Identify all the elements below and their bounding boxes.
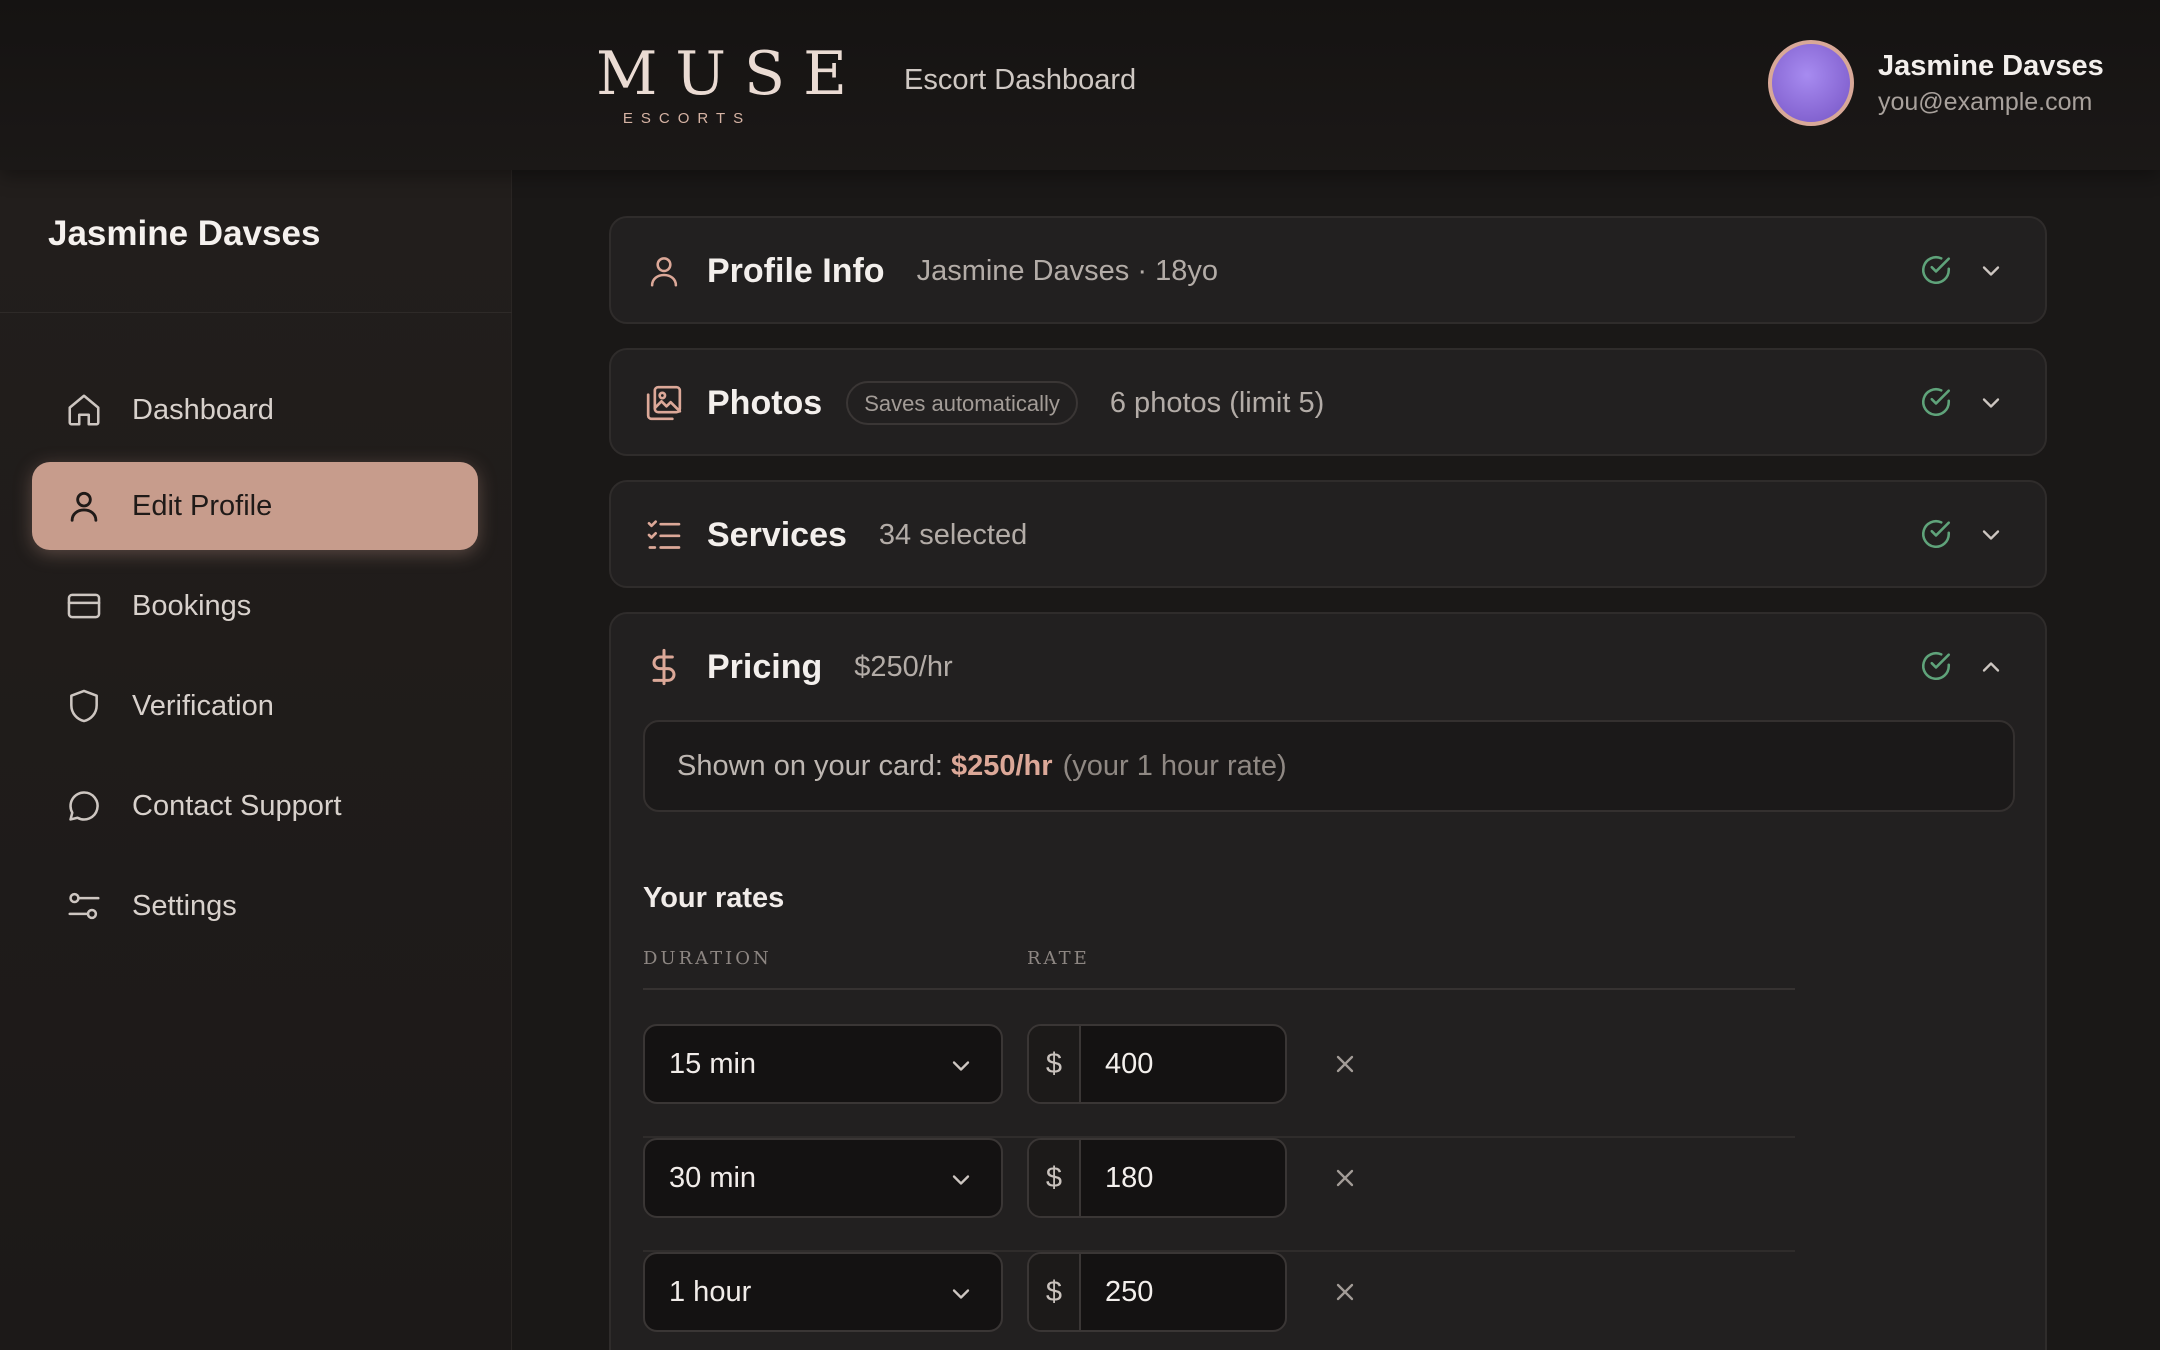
duration-select[interactable]: 30 min (643, 1138, 1003, 1218)
remove-rate-button[interactable] (1331, 1278, 1359, 1306)
rate-field[interactable]: $ 180 (1027, 1138, 1287, 1218)
chat-bubble-icon (64, 786, 104, 826)
currency-prefix: $ (1029, 1140, 1081, 1216)
section-title: Services (707, 515, 847, 554)
column-header-duration: DURATION (643, 948, 772, 969)
chevron-down-icon (947, 1166, 975, 1194)
section-services: Services 34 selected (609, 480, 2047, 588)
avatar[interactable] (1768, 40, 1854, 126)
section-title: Photos (707, 383, 823, 422)
rate-value[interactable]: 180 (1081, 1140, 1153, 1216)
logo-wordmark: MUSE (596, 39, 865, 109)
rate-row: 30 min $ 180 (643, 1138, 1795, 1252)
sidebar-divider (0, 312, 512, 313)
sidebar-item-label: Contact Support (132, 789, 342, 822)
section-title: Profile Info (707, 251, 885, 290)
card-price-notice: Shown on your card: $250/hr (your 1 hour… (643, 720, 2015, 812)
sidebar-item-settings[interactable]: Settings (32, 862, 478, 950)
section-header[interactable]: Pricing $250/hr (611, 614, 2045, 720)
rate-value[interactable]: 250 (1081, 1254, 1153, 1330)
currency-prefix: $ (1029, 1026, 1081, 1102)
section-header[interactable]: Profile Info Jasmine Davses · 18yo (611, 218, 2045, 324)
currency-prefix: $ (1029, 1254, 1081, 1330)
images-icon (643, 382, 685, 424)
rate-value[interactable]: 400 (1081, 1026, 1153, 1102)
user-email: you@example.com (1878, 88, 2093, 116)
sidebar-item-label: Dashboard (132, 393, 274, 426)
brand-logo[interactable]: MUSE ESCORTS (578, 39, 865, 127)
sidebar-item-edit-profile[interactable]: Edit Profile (32, 462, 478, 550)
check-circle-icon (1919, 649, 1955, 685)
sidebar-item-label: Settings (132, 889, 237, 922)
sidebar-item-dashboard[interactable]: Dashboard (32, 366, 478, 454)
notice-note: (your 1 hour rate) (1062, 749, 1287, 782)
section-pricing: Pricing $250/hr Shown on your card: $250… (609, 612, 2047, 1350)
sliders-icon (64, 886, 104, 926)
rates-divider (643, 988, 1795, 990)
duration-value: 1 hour (669, 1275, 752, 1308)
checklist-icon (643, 514, 685, 556)
column-header-rate: RATE (1027, 948, 1090, 969)
section-summary: 34 selected (878, 518, 1028, 551)
section-header[interactable]: Services 34 selected (611, 482, 2045, 588)
check-circle-icon (1919, 385, 1955, 421)
rate-row: 15 min $ 400 (643, 1024, 1795, 1138)
sidebar-item-label: Bookings (132, 589, 252, 622)
rate-row: 1 hour $ 250 (643, 1252, 1795, 1350)
home-icon (64, 390, 104, 430)
autosave-badge: Saves automatically (846, 381, 1078, 425)
duration-value: 15 min (669, 1047, 757, 1080)
sidebar-item-verification[interactable]: Verification (32, 662, 478, 750)
rate-field[interactable]: $ 400 (1027, 1024, 1287, 1104)
sidebar-item-contact-support[interactable]: Contact Support (32, 762, 478, 850)
sidebar-profile-name: Jasmine Davses (48, 214, 321, 253)
shield-icon (64, 686, 104, 726)
logo-subtitle: ESCORTS (622, 110, 752, 127)
chevron-down-icon (947, 1052, 975, 1080)
page-title: Escort Dashboard (904, 64, 1137, 96)
remove-rate-button[interactable] (1331, 1050, 1359, 1078)
section-header[interactable]: Photos Saves automatically 6 photos (lim… (611, 350, 2045, 456)
user-icon (643, 250, 685, 292)
top-header: MUSE ESCORTS Escort Dashboard Jasmine Da… (0, 0, 2160, 170)
duration-select[interactable]: 1 hour (643, 1252, 1003, 1332)
section-summary: $250/hr (854, 650, 953, 683)
sidebar: Jasmine Davses Dashboard Edit Profile Bo… (0, 170, 512, 1350)
check-circle-icon (1919, 253, 1955, 289)
chevron-down-icon[interactable] (1977, 257, 2005, 285)
notice-label: Shown on your card: (677, 749, 943, 782)
chevron-down-icon (947, 1280, 975, 1308)
duration-select[interactable]: 15 min (643, 1024, 1003, 1104)
section-summary: Jasmine Davses · 18yo (916, 254, 1218, 287)
sidebar-item-bookings[interactable]: Bookings (32, 562, 478, 650)
duration-value: 30 min (669, 1161, 757, 1194)
user-icon (64, 486, 104, 526)
dollar-icon (643, 646, 685, 688)
section-photos: Photos Saves automatically 6 photos (lim… (609, 348, 2047, 456)
check-circle-icon (1919, 517, 1955, 553)
rates-heading: Your rates (643, 882, 785, 914)
sidebar-item-label: Edit Profile (132, 489, 273, 522)
credit-card-icon (64, 586, 104, 626)
remove-rate-button[interactable] (1331, 1164, 1359, 1192)
rate-field[interactable]: $ 250 (1027, 1252, 1287, 1332)
chevron-up-icon[interactable] (1977, 653, 2005, 681)
sidebar-item-label: Verification (132, 689, 274, 722)
section-title: Pricing (707, 647, 823, 686)
section-profile-info: Profile Info Jasmine Davses · 18yo (609, 216, 2047, 324)
notice-price: $250/hr (950, 749, 1053, 782)
section-summary: 6 photos (limit 5) (1109, 386, 1325, 419)
chevron-down-icon[interactable] (1977, 389, 2005, 417)
user-name: Jasmine Davses (1878, 50, 2104, 82)
chevron-down-icon[interactable] (1977, 521, 2005, 549)
